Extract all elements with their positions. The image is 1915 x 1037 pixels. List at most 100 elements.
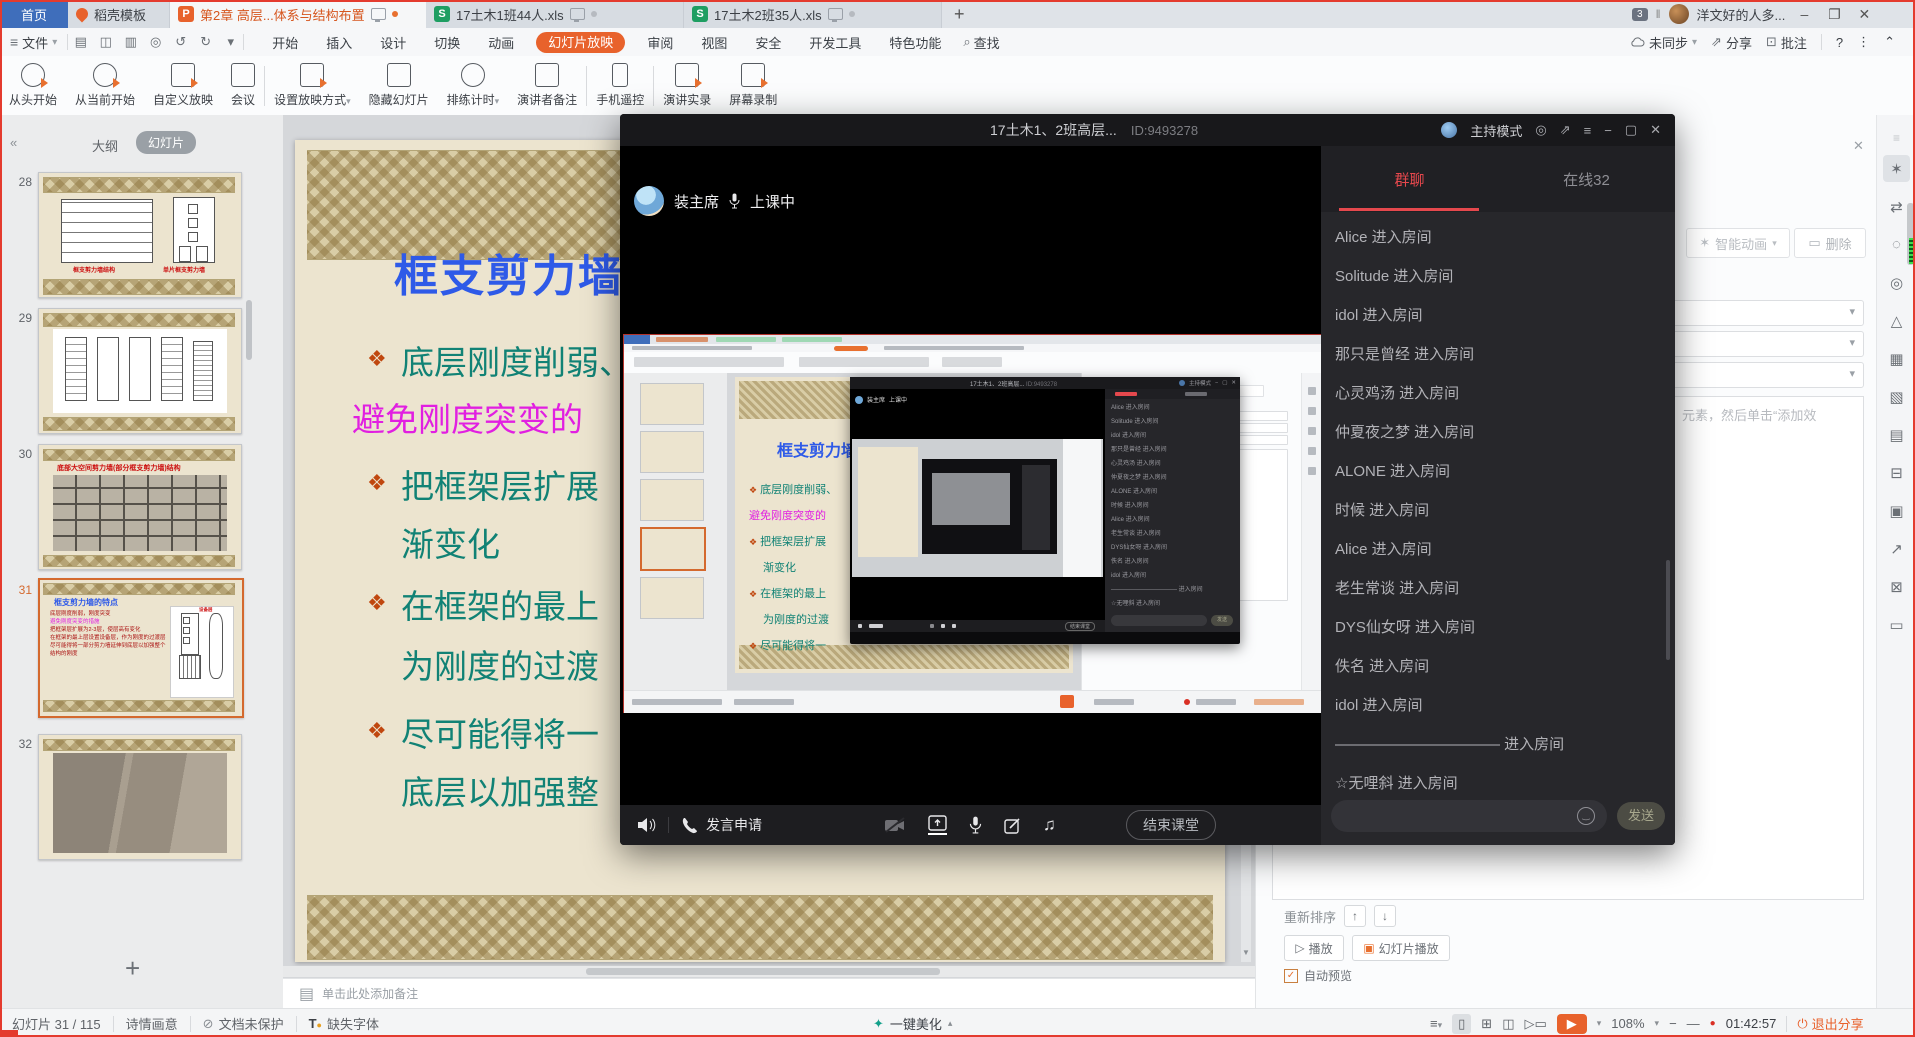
output-icon[interactable]: ◫ xyxy=(93,34,118,50)
meeting-close-button[interactable]: ✕ xyxy=(1650,122,1661,138)
tab-home[interactable]: 首页 xyxy=(0,0,68,28)
user-avatar[interactable] xyxy=(1669,4,1689,24)
menu-icon[interactable]: ≡ xyxy=(1584,123,1592,138)
popout-icon[interactable]: ⇗ xyxy=(1560,122,1571,138)
slide-horizontal-scrollbar[interactable] xyxy=(283,966,1255,977)
restore-button[interactable]: ❐ xyxy=(1823,6,1845,23)
theme-name[interactable]: 诗情画意 xyxy=(126,1014,178,1033)
image-icon[interactable]: ▣ xyxy=(1883,497,1910,524)
user-name[interactable]: 洋文好的人多... xyxy=(1697,5,1786,24)
thumbnail-scrollbar[interactable] xyxy=(246,300,252,360)
tab-spreadsheet-1[interactable]: S 17土木1班44人.xls xyxy=(426,0,684,28)
notes-toggle-button[interactable]: ≡▾ xyxy=(1430,1016,1442,1031)
meeting-minimize-button[interactable]: − xyxy=(1604,123,1612,138)
layout-icon[interactable]: ▧ xyxy=(1883,383,1910,410)
shape-icon[interactable]: ◌ xyxy=(1883,231,1910,258)
presenter-avatar[interactable] xyxy=(634,186,664,216)
tab-outline[interactable]: 大纲 xyxy=(92,136,118,155)
menu-view[interactable]: 视图 xyxy=(699,33,729,52)
move-down-button[interactable]: ↓ xyxy=(1374,905,1396,927)
meeting-window[interactable]: 17土木1、2班高层... ID:9493278 主持模式 ◎ ⇗ ≡ − ▢ … xyxy=(620,114,1675,845)
reading-view-button[interactable]: ◫ xyxy=(1502,1016,1514,1032)
medal-icon[interactable]: ◎ xyxy=(1883,269,1910,296)
speech-request-button[interactable]: 发言申请 xyxy=(706,815,762,835)
more-menu-button[interactable]: ⋮ xyxy=(1857,34,1870,50)
tab-presentation[interactable]: P 第2章 高层...体系与结构布置 xyxy=(170,0,426,28)
chat-scrollbar[interactable] xyxy=(1666,560,1670,660)
print-icon[interactable]: ▥ xyxy=(118,34,143,50)
lecture-record-button[interactable]: 演讲实录 xyxy=(654,58,720,114)
menu-start[interactable]: 开始 xyxy=(270,33,300,52)
box-icon[interactable]: ⊠ xyxy=(1883,573,1910,600)
menu-transition[interactable]: 切换 xyxy=(432,33,462,52)
setup-show-button[interactable]: 设置放映方式▾ xyxy=(265,58,360,114)
one-click-beautify-button[interactable]: ✦ 一键美化 ▴ xyxy=(873,1014,952,1033)
undo-icon[interactable]: ↺ xyxy=(168,34,193,50)
checkbox-checked-icon[interactable]: ✓ xyxy=(1284,969,1298,983)
slide-thumbnail-31-selected[interactable]: 框支剪力墙的特点 底层刚度削弱，刚度突变 避免刚度突变的措施 把框架层扩展为2-… xyxy=(38,578,244,718)
menu-special[interactable]: 特色功能 xyxy=(887,33,943,52)
share-button[interactable]: ⇗ 分享 xyxy=(1711,33,1752,52)
music-icon[interactable]: ♫ xyxy=(1043,815,1056,835)
drag-handle-icon[interactable]: ≡ xyxy=(1877,131,1915,145)
picture-icon[interactable]: ▭ xyxy=(1883,611,1910,638)
tab-docer[interactable]: 稻壳模板 xyxy=(68,0,170,28)
close-pane-button[interactable]: ✕ xyxy=(1853,138,1864,154)
transition-icon[interactable]: ⇄ xyxy=(1883,193,1910,220)
custom-slideshow-button[interactable]: 自定义放映 xyxy=(144,58,222,114)
properties-icon[interactable]: ⊟ xyxy=(1883,459,1910,486)
material-icon[interactable]: △ xyxy=(1883,307,1910,334)
zoom-level[interactable]: 108% xyxy=(1611,1016,1644,1031)
settings-icon[interactable]: ◎ xyxy=(1535,122,1546,138)
normal-view-button[interactable]: ▯ xyxy=(1452,1014,1471,1034)
zoom-slider[interactable]: — xyxy=(1687,1016,1700,1031)
rehearse-timing-button[interactable]: 排练计时▾ xyxy=(438,58,509,114)
tab-slides-selected[interactable]: 幻灯片 xyxy=(136,131,196,154)
preview-icon[interactable]: ◎ xyxy=(143,34,168,50)
menu-security[interactable]: 安全 xyxy=(753,33,783,52)
collapse-panel-button[interactable]: « xyxy=(10,135,17,150)
slideshow-play-button-status[interactable]: ▶ xyxy=(1557,1014,1587,1034)
minimize-button[interactable]: – xyxy=(1793,6,1815,22)
tab-online-list[interactable]: 在线32 xyxy=(1498,169,1675,190)
tab-group-chat[interactable]: 群聊 xyxy=(1321,169,1498,190)
speaker-notes-button[interactable]: 演讲者备注 xyxy=(508,58,586,114)
slide-thumbnail-30[interactable]: 底部大空间剪力墙(部分框支剪力墙)结构 xyxy=(38,444,242,570)
phone-remote-button[interactable]: 手机遥控 xyxy=(587,58,653,114)
smart-beautify-icon[interactable]: ✶ xyxy=(1883,155,1910,182)
sync-status[interactable]: 未同步 ▾ xyxy=(1630,33,1697,52)
slide-thumbnail-32[interactable] xyxy=(38,734,242,860)
close-button[interactable]: ✕ xyxy=(1853,6,1875,23)
camera-off-icon[interactable] xyxy=(884,817,906,833)
menu-insert[interactable]: 插入 xyxy=(324,33,354,52)
send-button[interactable]: 发送 xyxy=(1617,802,1665,830)
menu-review[interactable]: 审阅 xyxy=(645,33,675,52)
play-device-button[interactable]: ▷▭ xyxy=(1524,1016,1546,1032)
play-from-current-button[interactable]: 从当前开始 xyxy=(66,58,144,114)
table-icon[interactable]: ▦ xyxy=(1883,345,1910,372)
chevron-down-icon[interactable]: ▾ xyxy=(1655,1018,1660,1029)
screen-share-button[interactable] xyxy=(928,815,947,835)
end-class-button[interactable]: 结束课堂 xyxy=(1126,810,1216,840)
annotate-icon[interactable] xyxy=(1004,817,1021,834)
slideshow-play-button[interactable]: ▣幻灯片播放 xyxy=(1352,935,1450,961)
speaker-icon[interactable] xyxy=(636,816,656,834)
comment-button[interactable]: ⊡ 批注 xyxy=(1766,33,1807,52)
play-from-start-button[interactable]: 从头开始 xyxy=(0,58,66,114)
help-button[interactable]: ? xyxy=(1836,35,1843,50)
new-tab-button[interactable]: + xyxy=(942,4,977,25)
slide-sorter-button[interactable]: ⊞ xyxy=(1481,1016,1492,1032)
chat-input[interactable]: ‿ xyxy=(1331,800,1607,832)
missing-font-status[interactable]: T● 缺失字体 xyxy=(309,1014,379,1033)
protection-status[interactable]: ⊘ 文档未保护 xyxy=(203,1014,284,1033)
phone-icon[interactable] xyxy=(681,817,698,834)
menu-find[interactable]: ⌕ 查找 xyxy=(963,33,999,52)
menu-design[interactable]: 设计 xyxy=(378,33,408,52)
save-icon[interactable]: ▤ xyxy=(68,34,93,50)
export-icon[interactable]: ↗ xyxy=(1883,535,1910,562)
exit-share-button[interactable]: ⏻ 退出分享 xyxy=(1797,1014,1863,1033)
mic-icon[interactable] xyxy=(969,816,982,834)
zoom-out-button[interactable]: − xyxy=(1669,1016,1677,1031)
screen-record-button[interactable]: 屏幕录制 xyxy=(720,58,786,114)
play-animation-button[interactable]: ▷播放 xyxy=(1284,935,1344,961)
